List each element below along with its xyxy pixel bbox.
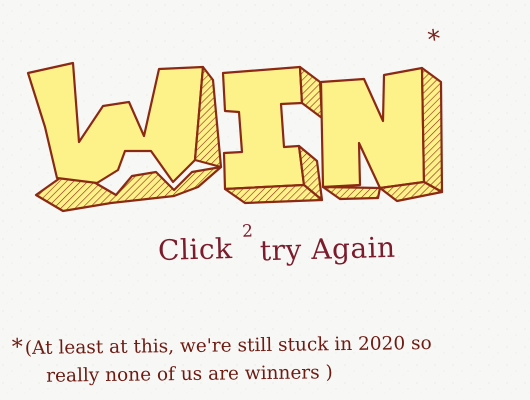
win-title: [26, 61, 444, 213]
letter-i: [221, 65, 324, 205]
retry-try-again-text: try Again: [259, 230, 396, 267]
retry-superscript: 2: [241, 221, 254, 242]
retry-button[interactable]: Click 2 try Again: [157, 219, 396, 275]
letter-w: [26, 61, 223, 213]
retry-click-text: Click: [157, 231, 233, 267]
footnote-disclaimer: *(At least at this, we're still stuck in…: [12, 328, 523, 391]
footnote-line-1: (At least at this, we're still stuck in …: [24, 332, 432, 359]
letter-n: [319, 66, 444, 203]
footnote-asterisk: *: [11, 334, 23, 361]
footnote-line-2: really none of us are winners ): [46, 362, 333, 387]
